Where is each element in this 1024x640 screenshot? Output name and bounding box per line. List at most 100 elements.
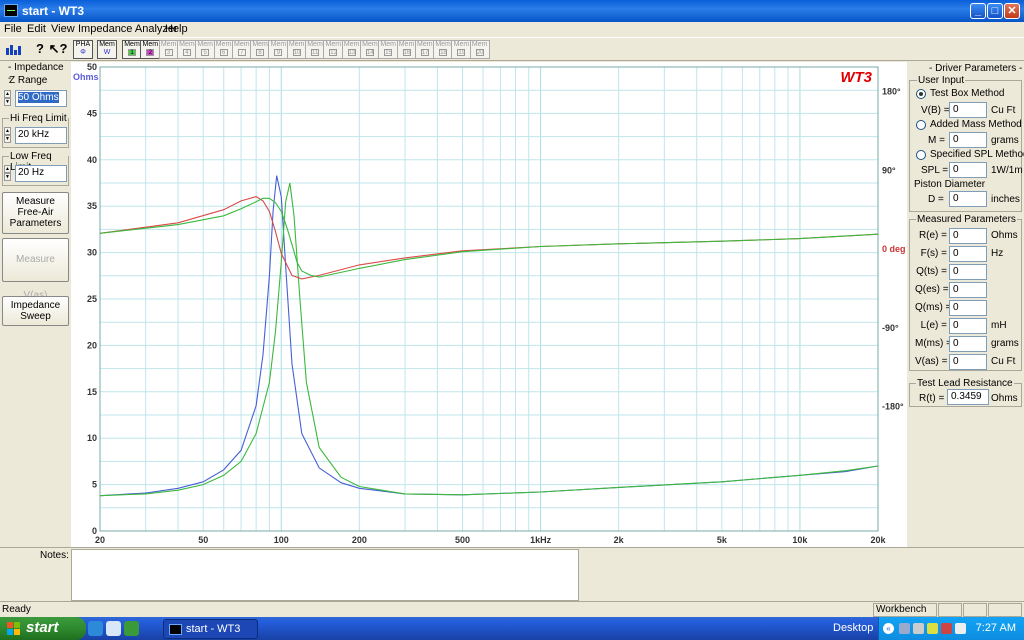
mem-20-button[interactable]: Mem 20	[469, 40, 490, 59]
quicklaunch-app-icon[interactable]	[124, 621, 139, 636]
specified-spl-radio[interactable]	[916, 150, 926, 160]
measured-param-field[interactable]: 0	[949, 336, 987, 352]
mem-button-label: Mem	[343, 41, 360, 48]
mem-7-button[interactable]: Mem 7	[231, 40, 252, 59]
mem-button-label: Mem	[234, 41, 250, 48]
rt-field[interactable]: 0.3459	[947, 389, 989, 405]
notes-textarea[interactable]	[71, 549, 579, 601]
measured-param-label: L(e) =	[920, 320, 947, 331]
test-box-radio[interactable]	[916, 89, 926, 99]
start-button[interactable]: start	[0, 617, 86, 640]
low-freq-field[interactable]: 20 Hz	[15, 165, 67, 182]
bar-chart-icon[interactable]	[4, 40, 24, 59]
alert-icon[interactable]	[941, 623, 952, 634]
taskbar-item-wt3[interactable]: start - WT3	[163, 619, 258, 639]
menu-view[interactable]: View	[51, 23, 75, 35]
close-button[interactable]: ✕	[1004, 3, 1020, 19]
measured-param-field[interactable]: 0	[949, 318, 987, 334]
spin-down-icon[interactable]: ▼	[4, 135, 11, 143]
measured-param-field[interactable]: 0	[949, 300, 987, 316]
measured-param-field[interactable]: 0	[949, 246, 987, 262]
mem-1-button[interactable]: Mem 1	[122, 40, 142, 59]
m-field[interactable]: 0	[949, 132, 987, 148]
menu-help[interactable]: Help	[165, 23, 188, 35]
menu-edit[interactable]: Edit	[27, 23, 46, 35]
spl-field[interactable]: 0	[949, 162, 987, 178]
show-desktop-icon[interactable]	[106, 621, 121, 636]
y-tick-label: 50	[87, 62, 97, 72]
mem-button-label: Mem	[398, 41, 415, 48]
y-tick-label: 25	[87, 294, 97, 304]
z-range-field[interactable]: 50 Ohms	[15, 90, 67, 107]
mem-8-button[interactable]: Mem 8	[250, 40, 271, 59]
menu-file[interactable]: File	[4, 23, 22, 35]
measure-vas-button[interactable]: Measure V(as)	[2, 238, 69, 301]
context-help-icon[interactable]: ↖?	[48, 40, 68, 59]
task-title: start - WT3	[186, 623, 241, 635]
y-tick-label: 15	[87, 387, 97, 397]
mem-19-button[interactable]: Mem 19	[451, 40, 472, 59]
network-icon[interactable]	[899, 623, 910, 634]
maximize-button[interactable]: □	[987, 3, 1003, 19]
mem-15-button[interactable]: Mem 15	[378, 40, 399, 59]
mem-13-button[interactable]: Mem 13	[341, 40, 362, 59]
test-box-label: Test Box Method	[930, 88, 1005, 99]
hi-freq-spinner[interactable]: ▲ ▼	[4, 127, 11, 144]
desktop-toolbar-label[interactable]: Desktop	[833, 622, 873, 634]
mem-11-button[interactable]: Mem 11	[305, 40, 325, 59]
spin-up-icon[interactable]: ▲	[4, 90, 11, 98]
phase-toggle-button[interactable]: PHA Φ	[73, 40, 93, 59]
impedance-sweep-button[interactable]: Impedance Sweep	[2, 296, 69, 326]
x-tick-label: 2k	[614, 535, 625, 545]
z-range-spinner[interactable]: ▲ ▼	[4, 90, 11, 107]
spin-up-icon[interactable]: ▲	[4, 165, 11, 173]
mem-12-button[interactable]: Mem 12	[323, 40, 344, 59]
ie-icon[interactable]	[88, 621, 103, 636]
mem-18-button[interactable]: Mem 18	[433, 40, 454, 59]
mem-3-button[interactable]: Mem 3	[158, 40, 179, 59]
measured-param-field[interactable]: 0	[949, 228, 987, 244]
mem-17-button[interactable]: Mem 17	[414, 40, 435, 59]
mem-10-button[interactable]: Mem 10	[286, 40, 307, 59]
mem-w-button[interactable]: Mem W	[97, 40, 117, 59]
minimize-button[interactable]: _	[970, 3, 986, 19]
menu-bar: File Edit View Impedance Analyzer Help	[0, 22, 1024, 36]
z-range-value: 50 Ohms	[18, 92, 59, 103]
notes-label: Notes:	[40, 550, 69, 561]
mem-2-button[interactable]: Mem 2	[140, 40, 161, 59]
help-icon[interactable]: ?	[30, 40, 50, 59]
status-workbench: Workbench	[873, 603, 937, 617]
measure-free-air-button[interactable]: Measure Free-Air Parameters	[2, 192, 69, 234]
spin-down-icon[interactable]: ▼	[4, 173, 11, 181]
hi-freq-field[interactable]: 20 kHz	[15, 127, 67, 144]
measured-param-label: M(ms) =	[915, 338, 952, 349]
vb-field[interactable]: 0	[949, 102, 987, 118]
security-icon[interactable]	[927, 623, 938, 634]
menu-impedance-analyzer[interactable]: Impedance Analyzer	[78, 23, 178, 35]
toolbar: ? ↖? PHA Φ Mem W Mem 1 Mem 2 Mem 3 Mem 4 Mem 5 Mem 6 M…	[0, 37, 1024, 61]
mem-16-button[interactable]: Mem 16	[396, 40, 417, 59]
measured-param-field[interactable]: 0	[949, 354, 987, 370]
title-bar: start - WT3 _ □ ✕	[0, 0, 1024, 22]
mem-14-button[interactable]: Mem 14	[359, 40, 380, 59]
mem-button-label: Mem	[362, 41, 378, 48]
spin-down-icon[interactable]: ▼	[4, 98, 11, 106]
measured-param-field[interactable]: 0	[949, 282, 987, 298]
d-field[interactable]: 0	[949, 191, 987, 207]
measured-param-field[interactable]: 0	[949, 264, 987, 280]
measure-free-air-line2: Free-Air	[17, 207, 54, 218]
mem-5-button[interactable]: Mem 5	[195, 40, 216, 59]
mem-9-button[interactable]: Mem 9	[268, 40, 289, 59]
mem-6-button[interactable]: Mem 6	[213, 40, 234, 59]
mem-4-button[interactable]: Mem 4	[176, 40, 197, 59]
left-panel: - Impedance - Z Range ▲ ▼ 50 Ohms Hi Freq…	[0, 62, 71, 542]
volume-icon[interactable]	[955, 623, 966, 634]
printer-icon[interactable]	[913, 623, 924, 634]
spin-up-icon[interactable]: ▲	[4, 127, 11, 135]
added-mass-radio[interactable]	[916, 120, 926, 130]
measured-param-unit: Cu Ft	[991, 356, 1016, 367]
expand-tray-icon[interactable]: «	[883, 623, 894, 634]
low-freq-spinner[interactable]: ▲ ▼	[4, 165, 11, 182]
mem-number: 6	[219, 49, 228, 56]
user-input-title: User Input	[917, 75, 966, 86]
